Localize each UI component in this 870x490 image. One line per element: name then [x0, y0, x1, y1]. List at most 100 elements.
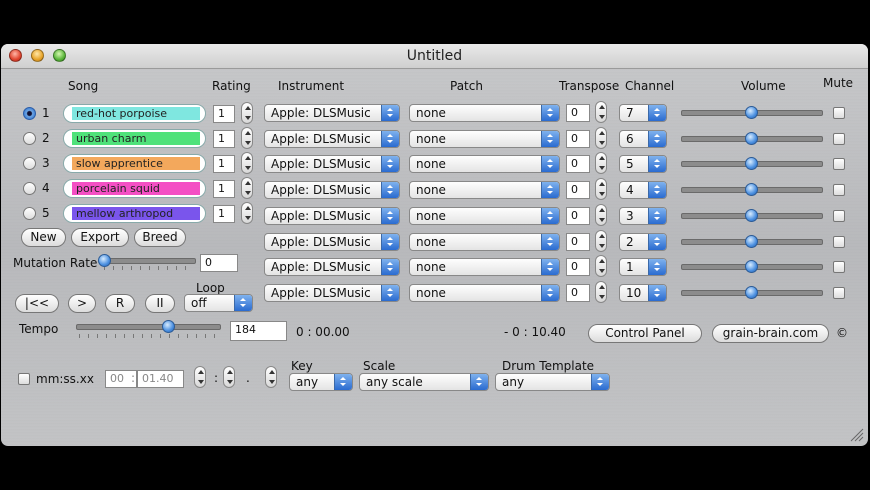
mute-checkbox[interactable]	[833, 107, 845, 119]
transpose-value[interactable]: 0	[566, 155, 590, 174]
timer-seconds[interactable]: 01.40	[137, 370, 184, 388]
export-button[interactable]: Export	[71, 228, 129, 247]
volume-knob[interactable]	[745, 260, 758, 274]
transpose-stepper[interactable]	[595, 178, 607, 201]
transpose-stepper[interactable]	[595, 280, 607, 303]
instrument-select[interactable]: Apple: DLSMusic	[264, 232, 400, 251]
transpose-value[interactable]: 0	[566, 283, 590, 302]
transpose-stepper[interactable]	[595, 229, 607, 252]
title-bar[interactable]: Untitled	[1, 44, 868, 69]
patch-select[interactable]: none	[409, 258, 560, 277]
channel-select[interactable]: 6	[619, 129, 667, 148]
rating-stepper[interactable]	[241, 127, 253, 149]
record-button[interactable]: R	[105, 294, 135, 313]
transpose-value[interactable]: 0	[566, 129, 590, 148]
instrument-select[interactable]: Apple: DLSMusic	[264, 283, 400, 302]
mute-checkbox[interactable]	[833, 261, 845, 274]
volume-knob[interactable]	[745, 131, 758, 145]
instrument-select[interactable]: Apple: DLSMusic	[264, 181, 400, 200]
rating-value[interactable]: 1	[213, 205, 235, 223]
rating-stepper[interactable]	[241, 152, 253, 174]
rating-stepper[interactable]	[241, 202, 253, 224]
transpose-stepper[interactable]	[595, 152, 607, 175]
song-name-field[interactable]: slow apprentice	[63, 154, 206, 173]
pause-button[interactable]: II	[145, 294, 175, 313]
rewind-button[interactable]: |<<	[15, 294, 59, 313]
mute-checkbox[interactable]	[833, 286, 845, 299]
mute-checkbox[interactable]	[833, 209, 845, 222]
mutation-rate-track[interactable]	[101, 258, 196, 264]
rating-stepper[interactable]	[241, 177, 253, 199]
instrument-select[interactable]: Apple: DLSMusic	[264, 258, 400, 277]
transpose-value[interactable]: 0	[566, 181, 590, 200]
key-select[interactable]: any	[289, 373, 353, 391]
transpose-value[interactable]: 0	[566, 232, 590, 251]
patch-select[interactable]: none	[409, 155, 560, 174]
transpose-stepper[interactable]	[595, 126, 607, 149]
loop-select[interactable]: off	[184, 294, 253, 312]
transpose-stepper[interactable]	[595, 101, 607, 123]
website-link[interactable]: grain-brain.com	[712, 324, 829, 343]
channel-select[interactable]: 10	[619, 283, 667, 302]
song-name-field[interactable]: mellow arthropod	[63, 204, 206, 223]
mute-checkbox[interactable]	[833, 158, 845, 171]
control-panel-button[interactable]: Control Panel	[588, 324, 702, 343]
instrument-select[interactable]: Apple: DLSMusic	[264, 206, 400, 225]
patch-select[interactable]: none	[409, 206, 560, 225]
mute-checkbox[interactable]	[833, 184, 845, 197]
instrument-select[interactable]: Apple: DLSMusic	[264, 104, 400, 122]
instrument-select[interactable]: Apple: DLSMusic	[264, 129, 400, 148]
volume-knob[interactable]	[745, 183, 758, 197]
transpose-value[interactable]: 0	[566, 258, 590, 277]
channel-select[interactable]: 3	[619, 206, 667, 225]
new-button[interactable]: New	[21, 228, 66, 247]
channel-select[interactable]: 1	[619, 258, 667, 277]
drum-template-select[interactable]: any	[495, 373, 610, 391]
resize-grip-icon[interactable]	[848, 426, 864, 442]
volume-knob[interactable]	[745, 106, 758, 119]
volume-knob[interactable]	[745, 285, 758, 299]
channel-select[interactable]: 5	[619, 155, 667, 174]
mute-checkbox[interactable]	[833, 132, 845, 145]
patch-select[interactable]: none	[409, 181, 560, 200]
timer-fraction-stepper[interactable]	[265, 366, 277, 388]
song-name-field[interactable]: red-hot porpoise	[63, 104, 206, 123]
transpose-value[interactable]: 0	[566, 104, 590, 122]
channel-select[interactable]: 7	[619, 104, 667, 122]
mutation-rate-knob[interactable]	[98, 254, 111, 267]
patch-select[interactable]: none	[409, 232, 560, 251]
song-radio[interactable]	[23, 207, 36, 220]
song-name-field[interactable]: porcelain squid	[63, 179, 206, 198]
patch-select[interactable]: none	[409, 283, 560, 302]
timer-checkbox[interactable]	[18, 373, 30, 385]
tempo-value[interactable]: 184	[230, 321, 287, 341]
transpose-stepper[interactable]	[595, 203, 607, 226]
mute-checkbox[interactable]	[833, 235, 845, 248]
tempo-track[interactable]	[76, 324, 221, 330]
breed-button[interactable]: Breed	[134, 228, 186, 247]
song-radio[interactable]	[23, 182, 36, 195]
song-radio[interactable]	[23, 107, 36, 120]
transpose-stepper[interactable]	[595, 255, 607, 278]
channel-select[interactable]: 4	[619, 181, 667, 200]
channel-select[interactable]: 2	[619, 232, 667, 251]
volume-knob[interactable]	[745, 234, 758, 248]
volume-knob[interactable]	[745, 208, 758, 222]
rating-value[interactable]: 1	[213, 105, 235, 123]
rating-value[interactable]: 1	[213, 130, 235, 148]
rating-stepper[interactable]	[241, 102, 253, 124]
volume-knob[interactable]	[745, 157, 758, 171]
transpose-value[interactable]: 0	[566, 206, 590, 225]
play-button[interactable]: >	[68, 294, 96, 313]
instrument-select[interactable]: Apple: DLSMusic	[264, 155, 400, 174]
song-radio[interactable]	[23, 157, 36, 170]
tempo-knob[interactable]	[162, 320, 175, 333]
mutation-rate-value[interactable]: 0	[200, 254, 238, 272]
timer-minutes-stepper[interactable]	[223, 366, 235, 388]
song-name-field[interactable]: urban charm	[63, 129, 206, 148]
timer-seconds-stepper[interactable]	[194, 366, 206, 388]
rating-value[interactable]: 1	[213, 180, 235, 198]
rating-value[interactable]: 1	[213, 155, 235, 173]
patch-select[interactable]: none	[409, 104, 560, 122]
patch-select[interactable]: none	[409, 129, 560, 148]
